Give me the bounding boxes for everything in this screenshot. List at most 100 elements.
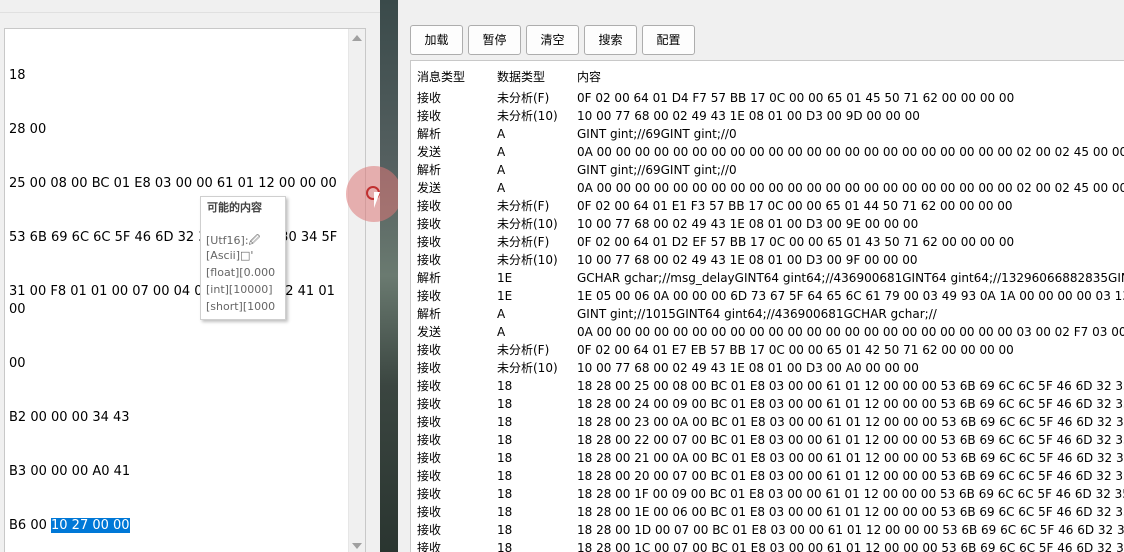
- table-row[interactable]: 接收 18 18 28 00 21 00 0A 00 BC 01 E8 03 00 …: [411, 449, 1124, 467]
- hex-line: 31 00 F8 01 01 00 07 00 04 00 00 00 06 0…: [9, 284, 340, 317]
- cell-data-type: 18: [497, 379, 513, 393]
- possible-content-popup: 可能的内容 [Utf16]:🖉 [Ascii]□' [float][0.000 …: [200, 196, 286, 320]
- table-row[interactable]: 接收 未分析(10) 10 00 77 68 00 02 49 43 1E 08 0…: [411, 107, 1124, 125]
- table-row[interactable]: 接收 未分析(F) 0F 02 00 64 01 E1 F3 57 BB 17 0C…: [411, 197, 1124, 215]
- cell-content: 0F 02 00 64 01 D4 F7 57 BB 17 0C 00 00 6…: [577, 91, 1015, 105]
- hex-text-area[interactable]: 18 28 00 25 00 08 00 BC 01 E8 03 00 00 6…: [4, 28, 366, 552]
- hex-selection[interactable]: 10 27 00 00: [51, 518, 130, 533]
- message-log-window: 加载 暂停 清空 搜索 配置 消息类型 数据类型 内容 接收 未分析(F) 0F 0…: [398, 0, 1124, 552]
- popup-item-int: [int][10000]: [206, 283, 273, 296]
- table-row[interactable]: 发送 A 0A 00 00 00 00 00 00 00 00 00 00 00 0…: [411, 323, 1124, 341]
- table-row[interactable]: 接收 未分析(F) 0F 02 00 64 01 E7 EB 57 BB 17 0C…: [411, 341, 1124, 359]
- table-row[interactable]: 解析 A GINT gint;//1015GINT64 gint64;//43690…: [411, 305, 1124, 323]
- cell-message-type: 接收: [417, 523, 442, 537]
- hex-line: B6 00 10 27 00 00: [9, 517, 349, 535]
- scroll-down-arrow-icon[interactable]: [352, 543, 362, 549]
- cell-content: 1E 05 00 06 0A 00 00 00 6D 73 67 5F 64 6…: [577, 289, 1124, 303]
- cell-content: 18 28 00 24 00 09 00 BC 01 E8 03 00 00 6…: [577, 397, 1124, 411]
- message-list[interactable]: 消息类型 数据类型 内容 接收 未分析(F) 0F 02 00 64 01 D4 F…: [410, 60, 1124, 552]
- pause-button[interactable]: 暂停: [468, 25, 521, 55]
- table-row[interactable]: 接收 18 18 28 00 25 00 08 00 BC 01 E8 03 00 …: [411, 377, 1124, 395]
- cell-message-type: 接收: [417, 469, 442, 483]
- cell-content: 0A 00 00 00 00 00 00 00 00 00 00 00 00 0…: [577, 325, 1124, 339]
- cell-data-type: 未分析(10): [497, 361, 558, 375]
- hex-line: 28 00: [9, 122, 47, 137]
- cell-data-type: 18: [497, 397, 513, 411]
- cell-data-type: 未分析(10): [497, 217, 558, 231]
- header-content[interactable]: 内容: [577, 68, 1124, 85]
- load-button[interactable]: 加载: [410, 25, 463, 55]
- cell-data-type: 未分析(F): [497, 91, 550, 105]
- cell-message-type: 接收: [417, 343, 442, 357]
- cell-data-type: A: [497, 145, 506, 159]
- table-row[interactable]: 接收 未分析(10) 10 00 77 68 00 02 49 43 1E 08 0…: [411, 359, 1124, 377]
- table-row[interactable]: 发送 A 0A 00 00 00 00 00 00 00 00 00 00 00 0…: [411, 179, 1124, 197]
- hex-line: 53 6B 69 6C 6C 5F 46 6D 32 35 30 35 5F 3…: [9, 230, 338, 245]
- list-header: 消息类型 数据类型 内容: [411, 61, 1124, 89]
- cell-data-type: 18: [497, 487, 513, 501]
- table-row[interactable]: 接收 18 18 28 00 1C 00 07 00 BC 01 E8 03 00 …: [411, 539, 1124, 552]
- table-row[interactable]: 接收 未分析(F) 0F 02 00 64 01 D2 EF 57 BB 17 0C…: [411, 233, 1124, 251]
- popup-item-ascii: [Ascii]□': [206, 249, 254, 262]
- popup-title: 可能的内容: [207, 201, 262, 214]
- cell-message-type: 接收: [417, 199, 442, 213]
- cell-data-type: 18: [497, 415, 513, 429]
- cell-message-type: 解析: [417, 271, 442, 285]
- cell-data-type: 18: [497, 469, 513, 483]
- cell-content: 18 28 00 1D 00 07 00 BC 01 E8 03 00 00 6…: [577, 523, 1124, 537]
- table-row[interactable]: 发送 A 0A 00 00 00 00 00 00 00 00 00 00 00 0…: [411, 143, 1124, 161]
- cell-data-type: 18: [497, 433, 513, 447]
- cell-message-type: 接收: [417, 415, 442, 429]
- table-row[interactable]: 接收 18 18 28 00 1D 00 07 00 BC 01 E8 03 00 …: [411, 521, 1124, 539]
- hex-vertical-scrollbar[interactable]: [348, 29, 365, 552]
- mouse-pointer-icon: [374, 192, 380, 208]
- cell-message-type: 接收: [417, 451, 442, 465]
- cell-content: 18 28 00 23 00 0A 00 BC 01 E8 03 00 00 6…: [577, 415, 1124, 429]
- config-button[interactable]: 配置: [642, 25, 695, 55]
- table-row[interactable]: 接收 1E 1E 05 00 06 0A 00 00 00 6D 73 67 5F …: [411, 287, 1124, 305]
- scroll-up-arrow-icon[interactable]: [352, 35, 362, 41]
- table-row[interactable]: 解析 1E GCHAR gchar;//msg_delayGINT64 gint64…: [411, 269, 1124, 287]
- hex-viewer-window: 18 28 00 25 00 08 00 BC 01 E8 03 00 00 6…: [0, 0, 380, 552]
- cell-content: 18 28 00 1E 00 06 00 BC 01 E8 03 00 00 6…: [577, 505, 1124, 519]
- cell-data-type: 未分析(F): [497, 199, 550, 213]
- cell-data-type: A: [497, 325, 506, 339]
- hex-line-prefix: B6 00: [9, 518, 51, 533]
- table-row[interactable]: 接收 18 18 28 00 1F 00 09 00 BC 01 E8 03 00 …: [411, 485, 1124, 503]
- cell-data-type: A: [497, 181, 506, 195]
- table-row[interactable]: 接收 未分析(10) 10 00 77 68 00 02 49 43 1E 08 0…: [411, 251, 1124, 269]
- header-data-type[interactable]: 数据类型: [497, 68, 573, 85]
- table-row[interactable]: 解析 A GINT gint;//69GINT gint;//0: [411, 161, 1124, 179]
- table-row[interactable]: 接收 18 18 28 00 23 00 0A 00 BC 01 E8 03 00 …: [411, 413, 1124, 431]
- hex-viewer-titlebar: [0, 0, 380, 13]
- cell-message-type: 接收: [417, 217, 442, 231]
- cell-data-type: 未分析(F): [497, 235, 550, 249]
- cell-content: 18 28 00 21 00 0A 00 BC 01 E8 03 00 00 6…: [577, 451, 1124, 465]
- cell-message-type: 发送: [417, 181, 442, 195]
- cell-message-type: 接收: [417, 253, 442, 267]
- table-row[interactable]: 接收 18 18 28 00 24 00 09 00 BC 01 E8 03 00 …: [411, 395, 1124, 413]
- clear-button[interactable]: 清空: [526, 25, 579, 55]
- header-message-type[interactable]: 消息类型: [417, 68, 491, 85]
- cell-content: 18 28 00 25 00 08 00 BC 01 E8 03 00 00 6…: [577, 379, 1124, 393]
- table-row[interactable]: 接收 18 18 28 00 1E 00 06 00 BC 01 E8 03 00 …: [411, 503, 1124, 521]
- cell-data-type: 18: [497, 523, 513, 537]
- cell-message-type: 接收: [417, 109, 442, 123]
- hex-line: B3 00 00 00 A0 41: [9, 464, 131, 479]
- table-row[interactable]: 解析 A GINT gint;//69GINT gint;//0: [411, 125, 1124, 143]
- hex-line: B2 00 00 00 34 43: [9, 410, 130, 425]
- hex-line: 25 00 08 00 BC 01 E8 03 00 00 61 01 12 0…: [9, 176, 337, 191]
- cell-content: 0F 02 00 64 01 D2 EF 57 BB 17 0C 00 00 6…: [577, 235, 1015, 249]
- table-row[interactable]: 接收 未分析(10) 10 00 77 68 00 02 49 43 1E 08 0…: [411, 215, 1124, 233]
- table-row[interactable]: 接收 18 18 28 00 22 00 07 00 BC 01 E8 03 00 …: [411, 431, 1124, 449]
- search-button[interactable]: 搜索: [584, 25, 637, 55]
- cell-message-type: 解析: [417, 127, 442, 141]
- table-row[interactable]: 接收 未分析(F) 0F 02 00 64 01 D4 F7 57 BB 17 0C…: [411, 89, 1124, 107]
- cell-content: 0A 00 00 00 00 00 00 00 00 00 00 00 00 0…: [577, 181, 1124, 195]
- cell-message-type: 接收: [417, 235, 442, 249]
- table-row[interactable]: 接收 18 18 28 00 20 00 07 00 BC 01 E8 03 00 …: [411, 467, 1124, 485]
- hex-text[interactable]: 18 28 00 25 00 08 00 BC 01 E8 03 00 00 6…: [9, 31, 349, 552]
- desktop-background: [380, 0, 398, 552]
- cell-content: 0F 02 00 64 01 E7 EB 57 BB 17 0C 00 00 6…: [577, 343, 1014, 357]
- cell-message-type: 接收: [417, 379, 442, 393]
